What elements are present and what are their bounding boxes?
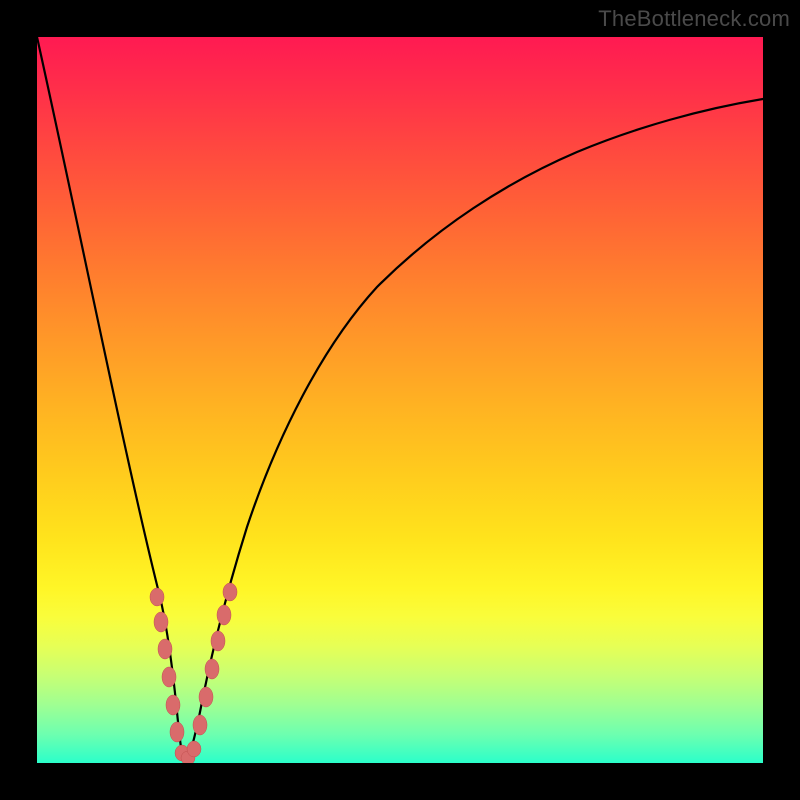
marker-dot	[187, 741, 201, 757]
watermark-text: TheBottleneck.com	[598, 6, 790, 32]
bottleneck-curve	[37, 37, 763, 761]
chart-svg	[37, 37, 763, 763]
marker-dot	[166, 695, 180, 715]
chart-plot-area	[37, 37, 763, 763]
marker-dot	[150, 588, 164, 606]
marker-dot	[162, 667, 176, 687]
marker-dot	[217, 605, 231, 625]
marker-dot	[223, 583, 237, 601]
chart-frame: TheBottleneck.com	[0, 0, 800, 800]
marker-dot	[211, 631, 225, 651]
marker-dot	[205, 659, 219, 679]
marker-dot	[170, 722, 184, 742]
marker-dot	[193, 715, 207, 735]
marker-dot	[199, 687, 213, 707]
marker-dot	[158, 639, 172, 659]
marker-dot	[154, 612, 168, 632]
